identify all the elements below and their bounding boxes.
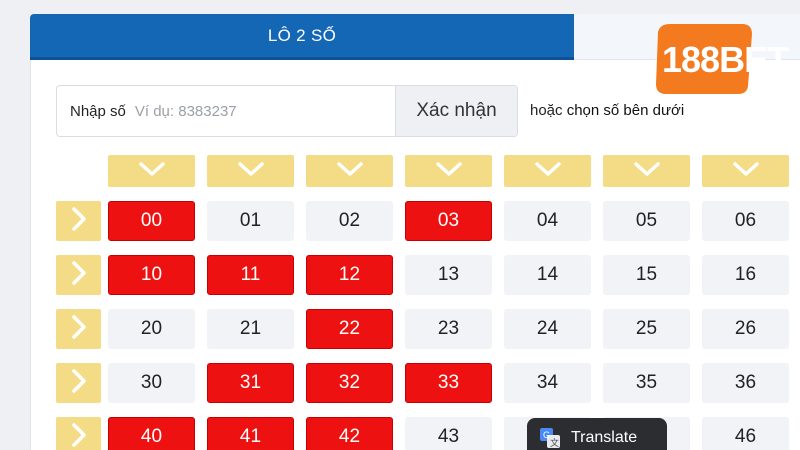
number-cell[interactable]: 41: [207, 417, 294, 450]
number-cell[interactable]: 46: [702, 417, 789, 450]
chevron-down-icon: [336, 161, 364, 182]
number-cell[interactable]: 04: [504, 201, 591, 241]
chevron-down-icon: [435, 161, 463, 182]
chevron-down-icon: [633, 161, 661, 182]
number-cell[interactable]: 14: [504, 255, 591, 295]
svg-text:G: G: [543, 430, 550, 440]
input-label: Nhập số: [70, 102, 126, 120]
number-cell[interactable]: 12: [306, 255, 393, 295]
hint-prefix: hoặc: [530, 102, 563, 119]
tab-label: LÔ 2 SỐ: [267, 25, 337, 45]
number-cell[interactable]: 00: [108, 201, 195, 241]
confirm-button[interactable]: Xác nhận: [395, 86, 517, 136]
number-cell[interactable]: 30: [108, 363, 195, 403]
column-toggle-6[interactable]: [702, 155, 789, 187]
tab-lo-2-so[interactable]: LÔ 2 SỐ: [30, 14, 574, 60]
chevron-down-icon: [138, 161, 166, 182]
svg-text:文: 文: [550, 437, 559, 448]
number-cell[interactable]: 01: [207, 201, 294, 241]
number-cell[interactable]: 23: [405, 309, 492, 349]
number-cell[interactable]: 06: [702, 201, 789, 241]
number-cell[interactable]: 26: [702, 309, 789, 349]
row-toggle-1[interactable]: [56, 255, 101, 295]
number-cell[interactable]: 13: [405, 255, 492, 295]
brand-logo: 188BET: [652, 14, 800, 100]
chevron-down-icon: [732, 161, 760, 182]
column-toggle-3[interactable]: [405, 155, 492, 187]
number-cell[interactable]: 10: [108, 255, 195, 295]
chevron-right-icon: [71, 206, 87, 237]
number-cell[interactable]: 31: [207, 363, 294, 403]
number-cell[interactable]: 40: [108, 417, 195, 450]
hint-emphasis: chọn số bên dưới: [566, 102, 685, 119]
number-cell[interactable]: 15: [603, 255, 690, 295]
number-cell[interactable]: 03: [405, 201, 492, 241]
number-cell[interactable]: 33: [405, 363, 492, 403]
number-cell[interactable]: 20: [108, 309, 195, 349]
translate-widget[interactable]: G 文 Translate: [527, 418, 667, 450]
hint-text: hoặc chọn số bên dưới: [530, 102, 684, 119]
chevron-down-icon: [237, 161, 265, 182]
number-cell[interactable]: 34: [504, 363, 591, 403]
number-cell[interactable]: 35: [603, 363, 690, 403]
chevron-right-icon: [71, 314, 87, 345]
row-toggle-2[interactable]: [56, 309, 101, 349]
number-cell[interactable]: 02: [306, 201, 393, 241]
google-translate-icon: G 文: [540, 428, 560, 448]
row-toggle-0[interactable]: [56, 201, 101, 241]
number-cell[interactable]: 05: [603, 201, 690, 241]
number-cell[interactable]: 22: [306, 309, 393, 349]
number-cell[interactable]: 24: [504, 309, 591, 349]
number-cell[interactable]: 16: [702, 255, 789, 295]
column-toggle-2[interactable]: [306, 155, 393, 187]
number-cell[interactable]: 25: [603, 309, 690, 349]
chevron-right-icon: [71, 368, 87, 399]
column-toggle-0[interactable]: [108, 155, 195, 187]
number-cell[interactable]: 42: [306, 417, 393, 450]
number-input[interactable]: [134, 102, 375, 120]
chevron-right-icon: [71, 260, 87, 291]
column-toggle-1[interactable]: [207, 155, 294, 187]
column-toggle-4[interactable]: [504, 155, 591, 187]
number-cell[interactable]: 36: [702, 363, 789, 403]
logo-text: 188BET: [662, 39, 789, 80]
number-cell[interactable]: 43: [405, 417, 492, 450]
number-cell[interactable]: 11: [207, 255, 294, 295]
column-toggle-5[interactable]: [603, 155, 690, 187]
translate-label: Translate: [571, 429, 638, 446]
row-toggle-4[interactable]: [56, 417, 101, 450]
chevron-down-icon: [534, 161, 562, 182]
number-input-group: Nhập số Xác nhận: [56, 85, 518, 137]
number-cell[interactable]: 32: [306, 363, 393, 403]
row-toggle-3[interactable]: [56, 363, 101, 403]
chevron-right-icon: [71, 422, 87, 450]
number-cell[interactable]: 21: [207, 309, 294, 349]
